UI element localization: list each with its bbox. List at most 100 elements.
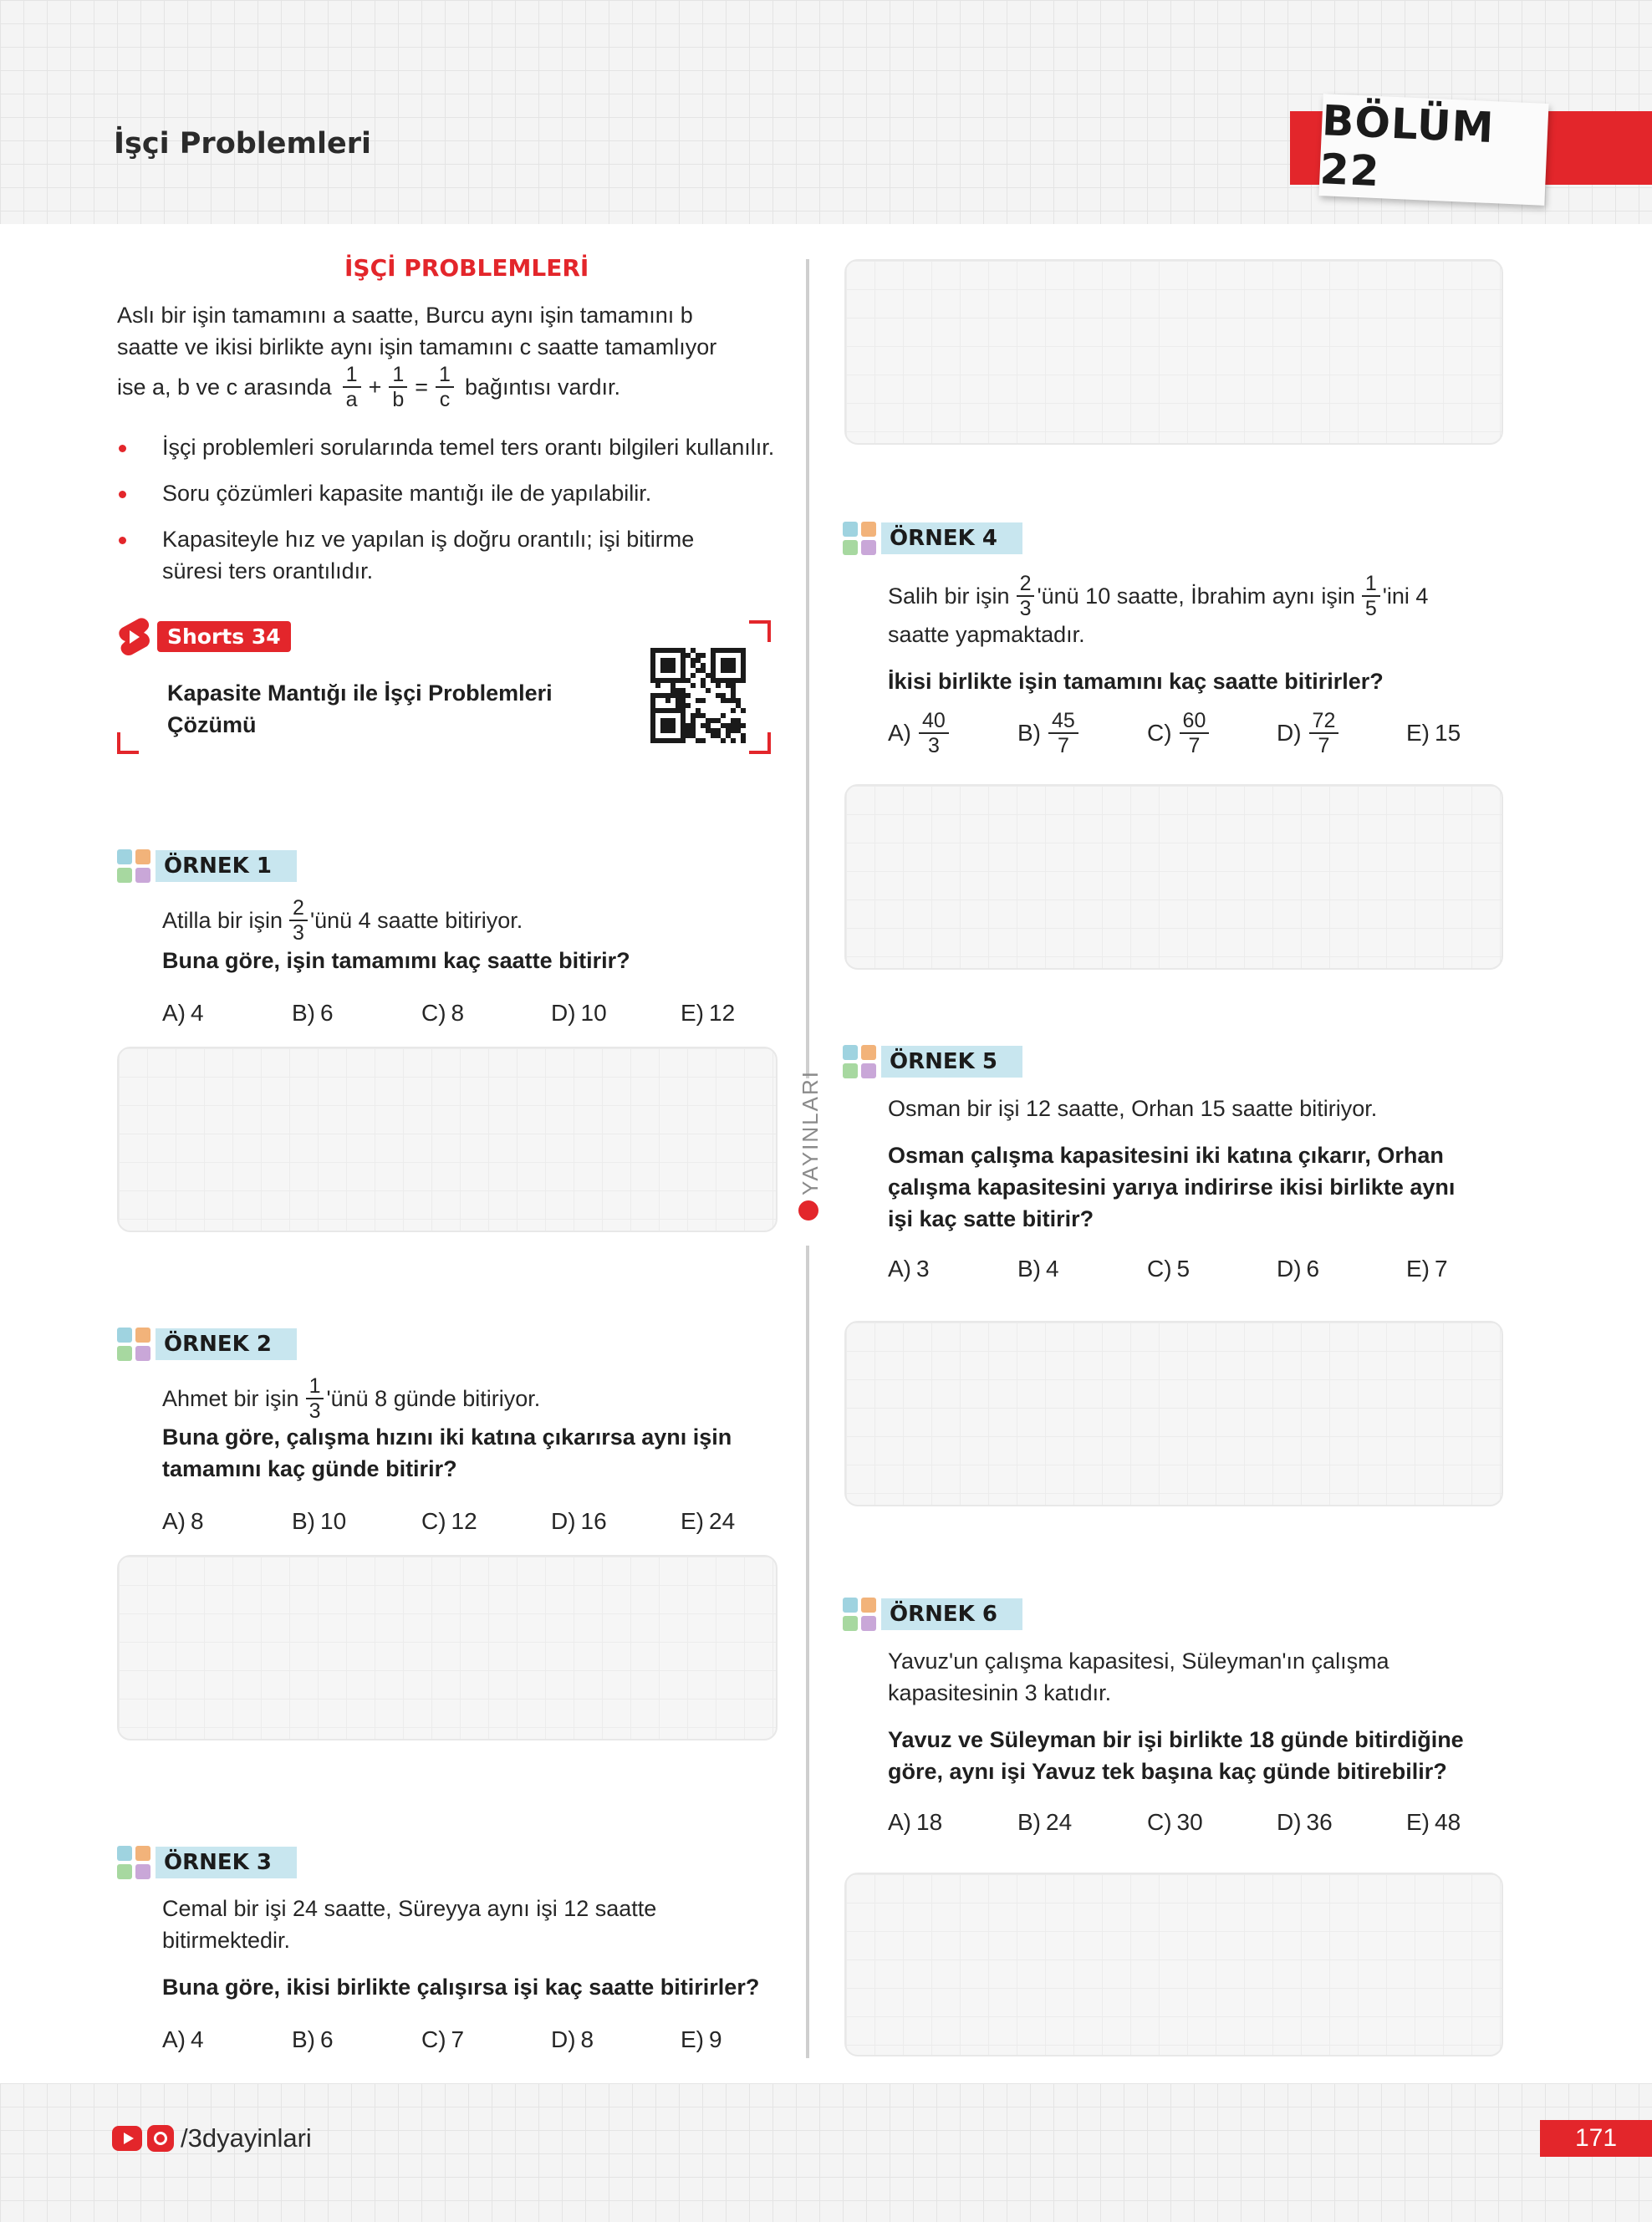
solution-area[interactable] <box>117 1555 778 1740</box>
example-3-text-line-2: bitirmektedir. <box>162 1928 291 1953</box>
option-e[interactable]: E) 9 <box>681 2026 810 2053</box>
grid-icon <box>843 522 876 555</box>
option-a[interactable]: A) 18 <box>888 1809 1017 1836</box>
frame-corner <box>117 732 139 754</box>
example-4-fraction-2: 15 <box>1361 572 1380 620</box>
qr-code[interactable] <box>650 648 746 743</box>
intro-line-3-suffix: bağıntısı vardır. <box>464 375 621 400</box>
option-a[interactable]: A) 8 <box>162 1508 292 1535</box>
example-6-question-line-1: Yavuz ve Süleyman bir işi birlikte 18 gü… <box>888 1727 1464 1752</box>
page-header: İşçi Problemleri BÖLÜM 22 <box>0 0 1652 224</box>
example-4-text-line-2: saatte yapmaktadır. <box>888 622 1085 647</box>
example-4-options: A) 40 3 B) 45 7 C) 60 7 D) 72 7 E) 15 <box>888 709 1536 757</box>
section-title: İŞÇİ PROBLEMLERİ <box>344 254 589 282</box>
example-2-options: A) 8 B) 10 C) 12 D) 16 E) 24 <box>162 1508 810 1535</box>
publisher-logo <box>798 1200 818 1221</box>
option-d[interactable]: D) 36 <box>1277 1809 1406 1836</box>
intro-bullet-1: İşçi problemleri sorularında temel ters … <box>162 435 775 460</box>
intro-bullet-3-cont: süresi ters orantılıdır. <box>162 558 374 584</box>
intro-bullet-3: Kapasiteyle hız ve yapılan iş doğru oran… <box>162 527 695 552</box>
intro-line-2: saatte ve ikisi birlikte aynı işin tamam… <box>117 334 717 359</box>
option-a[interactable]: A) 3 <box>888 1256 1017 1282</box>
example-6-text-line-2: kapasitesinin 3 katıdır. <box>888 1680 1112 1705</box>
example-1-text: Atilla bir işin 23 'ünü 4 saatte bitiriy… <box>162 896 523 945</box>
grid-icon <box>117 1328 150 1361</box>
example-1-label: ÖRNEK 1 <box>156 850 297 882</box>
shorts-badge[interactable]: Shorts 34 <box>157 621 291 652</box>
example-5-question-line-2: çalışma kapasitesini yarıya indirirse ik… <box>888 1175 1456 1200</box>
publisher-vertical-text: YAYINLARI <box>798 1070 823 1195</box>
example-3-tag: ÖRNEK 3 <box>117 1846 297 1879</box>
example-5-options: A) 3 B) 4 C) 5 D) 6 E) 7 <box>888 1256 1536 1282</box>
example-6-question-line-2: göre, aynı işi Yavuz tek başına kaç günd… <box>888 1759 1447 1784</box>
option-e[interactable]: E) 48 <box>1406 1809 1536 1836</box>
social-handle[interactable]: /3dyayinlari <box>181 2123 312 2153</box>
option-e[interactable]: E) 7 <box>1406 1256 1536 1282</box>
bullet-dot <box>119 445 126 452</box>
option-b[interactable]: B) 6 <box>292 2026 421 2053</box>
example-4-text-mid: 'ünü 10 saatte, İbrahim aynı işin <box>1037 584 1355 609</box>
option-a[interactable]: A) 4 <box>162 2026 292 2053</box>
example-3-text-line-1: Cemal bir işi 24 saatte, Süreyya aynı iş… <box>162 1896 657 1921</box>
example-5-question-line-3: işi kaç satte bitirir? <box>888 1206 1094 1231</box>
option-d[interactable]: D) 72 7 <box>1277 709 1406 757</box>
example-2-question-line-1: Buna göre, çalışma hızını iki katına çık… <box>162 1424 732 1450</box>
intro-bullet-2: Soru çözümleri kapasite mantığı ile de y… <box>162 481 652 506</box>
option-d[interactable]: D) 8 <box>551 2026 681 2053</box>
example-5-text: Osman bir işi 12 saatte, Orhan 15 saatte… <box>888 1096 1378 1121</box>
option-a[interactable]: A) 4 <box>162 1000 292 1027</box>
solution-area[interactable] <box>844 259 1503 445</box>
bullet-dot <box>119 491 126 498</box>
header-title: İşçi Problemleri <box>114 127 371 161</box>
example-5-question-line-1: Osman çalışma kapasitesini iki katına çı… <box>888 1143 1444 1168</box>
example-2-question-line-2: tamamını kaç günde bitirir? <box>162 1456 457 1481</box>
solution-area[interactable] <box>117 1047 778 1232</box>
example-1-tag: ÖRNEK 1 <box>117 849 297 883</box>
frame-corner <box>749 732 771 754</box>
publisher-vertical: YAYINLARI <box>793 1070 823 1246</box>
example-3-label: ÖRNEK 3 <box>156 1847 297 1878</box>
example-3-question: Buna göre, ikisi birlikte çalışırsa işi … <box>162 1975 760 2000</box>
solution-area[interactable] <box>844 1321 1503 1506</box>
grid-icon <box>843 1045 876 1078</box>
option-b[interactable]: B) 45 7 <box>1017 709 1147 757</box>
grid-icon <box>117 849 150 883</box>
example-4-question: İkisi birlikte işin tamamını kaç saatte … <box>888 669 1384 694</box>
option-d[interactable]: D) 6 <box>1277 1256 1406 1282</box>
option-e[interactable]: E) 24 <box>681 1508 810 1535</box>
formula: 1a + 1b = 1c <box>340 363 456 411</box>
option-c[interactable]: C) 5 <box>1147 1256 1277 1282</box>
option-c[interactable]: C) 8 <box>421 1000 551 1027</box>
instagram-icon[interactable] <box>147 2125 174 2152</box>
option-b[interactable]: B) 24 <box>1017 1809 1147 1836</box>
shorts-icon <box>119 618 150 655</box>
example-2-text-suffix: 'ünü 8 günde bitiriyor. <box>326 1386 541 1411</box>
option-c[interactable]: C) 30 <box>1147 1809 1277 1836</box>
intro-line-3-prefix: ise a, b ve c arasında <box>117 375 332 400</box>
example-4-fraction-1: 23 <box>1016 572 1035 620</box>
chapter-card: BÖLÜM 22 <box>1318 94 1549 206</box>
option-b[interactable]: B) 10 <box>292 1508 421 1535</box>
example-4-tag: ÖRNEK 4 <box>843 522 1022 555</box>
option-c[interactable]: C) 7 <box>421 2026 551 2053</box>
shorts-title-line-2: Çözümü <box>167 712 257 737</box>
option-c[interactable]: C) 60 7 <box>1147 709 1277 757</box>
option-e[interactable]: E) 12 <box>681 1000 810 1027</box>
option-b[interactable]: B) 4 <box>1017 1256 1147 1282</box>
fraction-1-over-c: 1c <box>436 363 454 411</box>
solution-area[interactable] <box>844 1873 1503 2056</box>
chapter-label: BÖLÜM 22 <box>1318 96 1496 196</box>
youtube-icon[interactable] <box>112 2126 142 2151</box>
example-3-options: A) 4 B) 6 C) 7 D) 8 E) 9 <box>162 2026 810 2053</box>
option-d[interactable]: D) 10 <box>551 1000 681 1027</box>
option-a[interactable]: A) 40 3 <box>888 709 1017 757</box>
option-b[interactable]: B) 6 <box>292 1000 421 1027</box>
option-d[interactable]: D) 16 <box>551 1508 681 1535</box>
option-e[interactable]: E) 15 <box>1406 709 1536 757</box>
solution-area[interactable] <box>844 784 1503 970</box>
shorts-title-line-1: Kapasite Mantığı ile İşçi Problemleri <box>167 680 553 706</box>
option-c[interactable]: C) 12 <box>421 1508 551 1535</box>
fraction-1-over-a: 1a <box>342 363 361 411</box>
example-2-text-prefix: Ahmet bir işin <box>162 1386 299 1411</box>
example-4-text-suffix: 'ini 4 <box>1382 584 1429 609</box>
